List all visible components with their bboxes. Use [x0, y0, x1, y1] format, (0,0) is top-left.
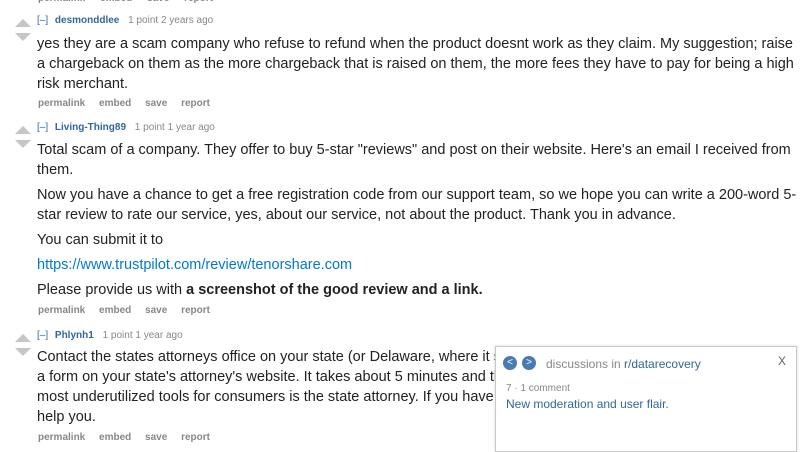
- downvote-icon[interactable]: [15, 140, 31, 148]
- permalink-button[interactable]: permalink: [38, 305, 85, 316]
- comment-body: yes they are a scam company who refuse t…: [37, 34, 797, 99]
- comment-meta: 1 point 1 year ago: [134, 122, 215, 133]
- collapse-toggle[interactable]: [–]: [37, 330, 48, 341]
- discussions-popup: < > discussions in r/datarecovery X 7 · …: [495, 346, 797, 452]
- comment-buttons: permalink embed save report: [38, 432, 221, 443]
- downvote-icon[interactable]: [15, 348, 31, 356]
- upvote-icon[interactable]: [15, 19, 31, 27]
- comment-paragraph: yes they are a scam company who refuse t…: [37, 36, 794, 92]
- author-link[interactable]: Living-Thing89: [55, 122, 126, 133]
- save-button[interactable]: save: [145, 305, 167, 316]
- request-bold-text: a screenshot of the good review and a li…: [186, 282, 483, 298]
- embed-button[interactable]: embed: [100, 0, 132, 4]
- permalink-button[interactable]: permalink: [38, 0, 85, 4]
- comment-meta: 1 point 2 years ago: [128, 15, 214, 26]
- embed-button[interactable]: embed: [99, 432, 131, 443]
- previous-comment-buttons: permalink embed save report: [38, 0, 225, 4]
- vote-controls: [14, 334, 32, 356]
- embed-button[interactable]: embed: [99, 98, 131, 109]
- comment-meta: 1 point 1 year ago: [102, 330, 183, 341]
- report-button[interactable]: report: [181, 432, 210, 443]
- permalink-button[interactable]: permalink: [38, 98, 85, 109]
- author-link[interactable]: desmonddlee: [55, 15, 119, 26]
- collapse-toggle[interactable]: [–]: [37, 122, 48, 133]
- downvote-icon[interactable]: [15, 33, 31, 41]
- subreddit-link[interactable]: r/datarecovery: [624, 357, 701, 371]
- popup-title-prefix: discussions in: [546, 357, 625, 371]
- upvote-icon[interactable]: [15, 334, 31, 342]
- comment-paragraph: You can submit it to: [37, 232, 164, 248]
- save-button[interactable]: save: [145, 432, 167, 443]
- comment-tagline: [–] Living-Thing89 1 point 1 year ago: [37, 122, 215, 133]
- permalink-button[interactable]: permalink: [38, 432, 85, 443]
- comment-buttons: permalink embed save report: [38, 305, 221, 316]
- prev-discussion-button[interactable]: <: [503, 356, 517, 370]
- report-button[interactable]: report: [181, 305, 210, 316]
- discussion-link[interactable]: New moderation and user flair.: [506, 397, 669, 411]
- comment-paragraph: Now you have a chance to get a free regi…: [37, 187, 797, 223]
- comment-tagline: [–] Phlynh1 1 point 1 year ago: [37, 330, 183, 341]
- trustpilot-link[interactable]: https://www.trustpilot.com/review/tenors…: [37, 257, 352, 273]
- vote-controls: [14, 126, 32, 148]
- upvote-icon[interactable]: [15, 126, 31, 134]
- comment-body: Total scam of a company. They offer to b…: [37, 140, 797, 305]
- popup-title: discussions in r/datarecovery: [546, 357, 701, 371]
- discussion-meta: 7 · 1 comment: [506, 383, 570, 394]
- report-button[interactable]: report: [184, 0, 213, 4]
- vote-controls: [14, 19, 32, 41]
- comment-paragraph: Please provide us with a screenshot of t…: [37, 280, 797, 300]
- next-discussion-button[interactable]: >: [522, 356, 536, 370]
- collapse-toggle[interactable]: [–]: [37, 15, 48, 26]
- author-link[interactable]: Phlynh1: [55, 330, 94, 341]
- embed-button[interactable]: embed: [99, 305, 131, 316]
- comment-paragraph: Total scam of a company. They offer to b…: [37, 142, 791, 178]
- report-button[interactable]: report: [181, 98, 210, 109]
- request-text: Please provide us with: [37, 282, 187, 298]
- close-icon[interactable]: X: [778, 354, 786, 368]
- comment-tagline: [–] desmonddlee 1 point 2 years ago: [37, 15, 213, 26]
- save-button[interactable]: save: [145, 98, 167, 109]
- comment-buttons: permalink embed save report: [38, 98, 221, 109]
- save-button[interactable]: save: [147, 0, 169, 4]
